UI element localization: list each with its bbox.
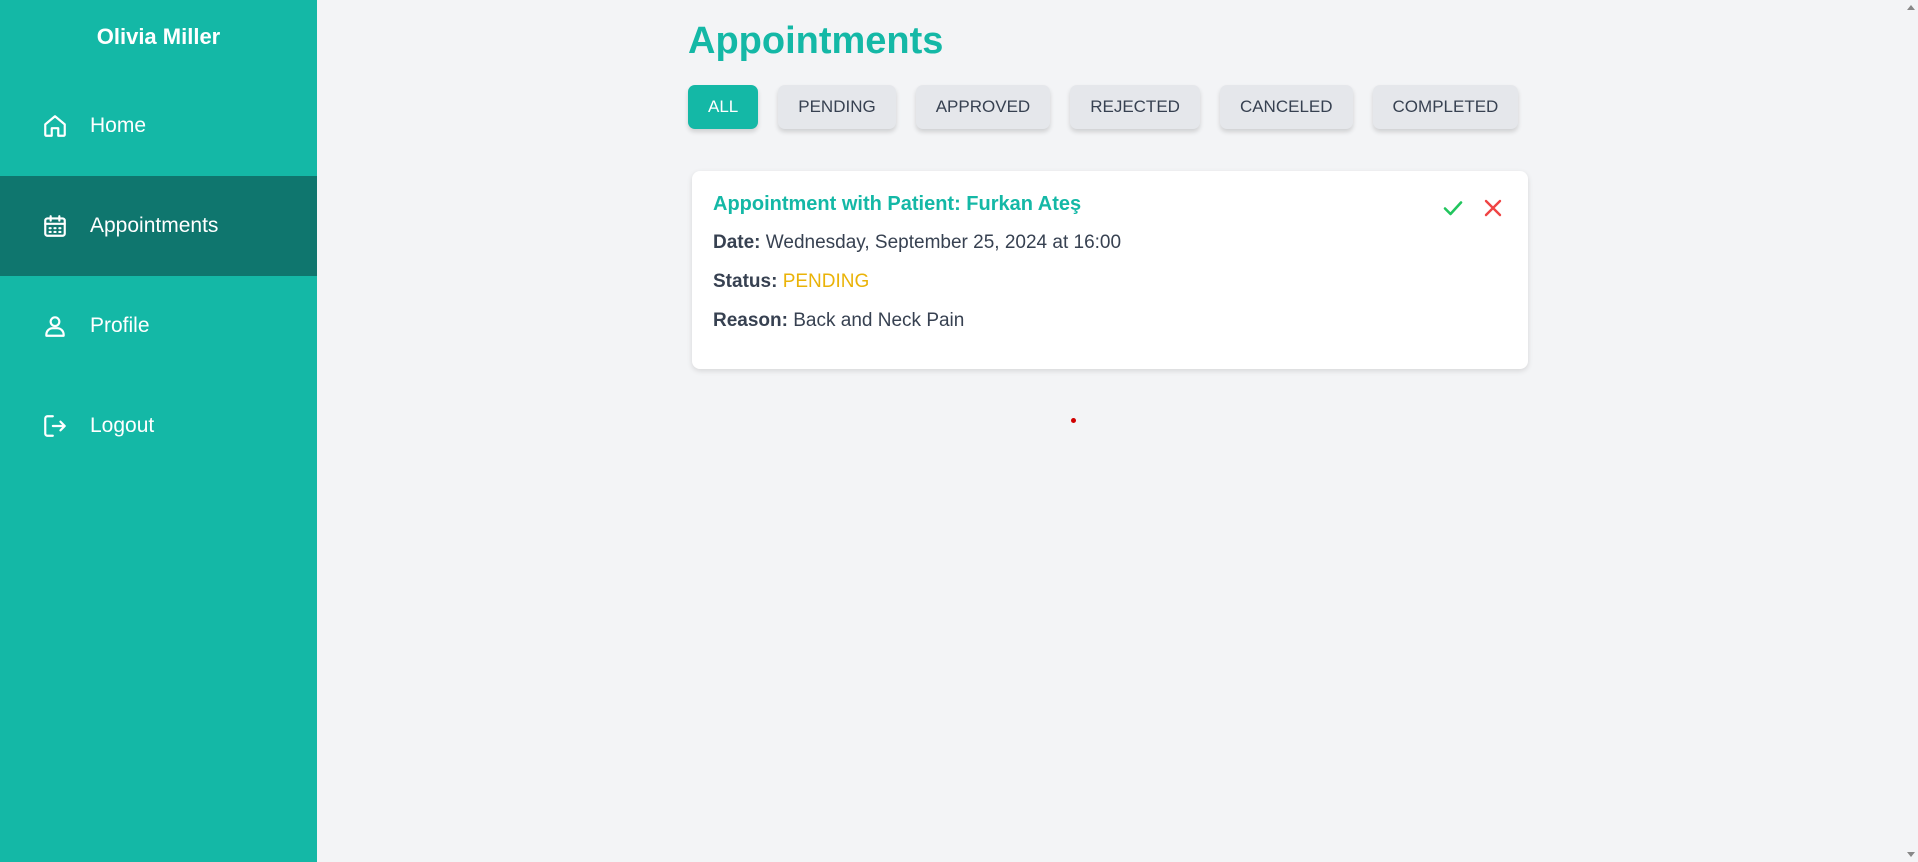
scroll-up-arrow-icon[interactable] xyxy=(1907,5,1915,10)
sidebar-item-logout[interactable]: Logout xyxy=(0,376,317,476)
scroll-down-arrow-icon[interactable] xyxy=(1907,852,1915,857)
user-name: Olivia Miller xyxy=(96,24,221,49)
sidebar: Olivia Miller Home Appointments Profile xyxy=(0,0,317,862)
approve-button[interactable] xyxy=(1440,195,1466,221)
logout-icon xyxy=(42,413,68,439)
sidebar-item-label: Home xyxy=(90,114,147,137)
status-filter-bar: ALL PENDING APPROVED REJECTED CANCELED C… xyxy=(688,85,1519,129)
reason-value: Back and Neck Pain xyxy=(793,310,965,331)
appointment-actions xyxy=(1440,195,1506,221)
sidebar-item-label: Logout xyxy=(90,414,155,437)
home-icon xyxy=(42,113,68,139)
sidebar-item-home[interactable]: Home xyxy=(0,76,317,176)
filter-canceled-button[interactable]: CANCELED xyxy=(1219,85,1353,129)
reject-button[interactable] xyxy=(1480,195,1506,221)
appointment-reason: Reason: Back and Neck Pain xyxy=(713,310,1507,332)
sidebar-item-profile[interactable]: Profile xyxy=(0,276,317,376)
check-icon xyxy=(1443,201,1463,216)
calendar-icon xyxy=(42,213,68,239)
close-icon xyxy=(1484,199,1502,217)
cursor-dot xyxy=(1071,418,1076,423)
status-label: Status: xyxy=(713,271,778,292)
date-value: Wednesday, September 25, 2024 at 16:00 xyxy=(765,232,1122,253)
page-title: Appointments xyxy=(688,20,944,62)
sidebar-item-appointments[interactable]: Appointments xyxy=(0,176,317,276)
appointment-title: Appointment with Patient: Furkan Ateş xyxy=(713,193,1082,215)
filter-all-button[interactable]: ALL xyxy=(688,85,759,129)
appointment-status: Status: PENDING xyxy=(713,271,1507,293)
status-badge: PENDING xyxy=(782,271,870,292)
appointment-date: Date: Wednesday, September 25, 2024 at 1… xyxy=(713,232,1507,254)
reason-label: Reason: xyxy=(713,310,788,331)
page-scrollbar[interactable] xyxy=(1903,0,1918,862)
sidebar-item-label: Profile xyxy=(90,314,150,337)
filter-completed-button[interactable]: COMPLETED xyxy=(1372,85,1519,129)
appointment-card: Appointment with Patient: Furkan Ateş Da… xyxy=(692,171,1528,369)
filter-rejected-button[interactable]: REJECTED xyxy=(1070,85,1200,129)
sidebar-item-label: Appointments xyxy=(90,214,219,237)
date-label: Date: xyxy=(713,232,761,253)
filter-approved-button[interactable]: APPROVED xyxy=(915,85,1051,129)
user-icon xyxy=(42,313,68,339)
filter-pending-button[interactable]: PENDING xyxy=(778,85,896,129)
